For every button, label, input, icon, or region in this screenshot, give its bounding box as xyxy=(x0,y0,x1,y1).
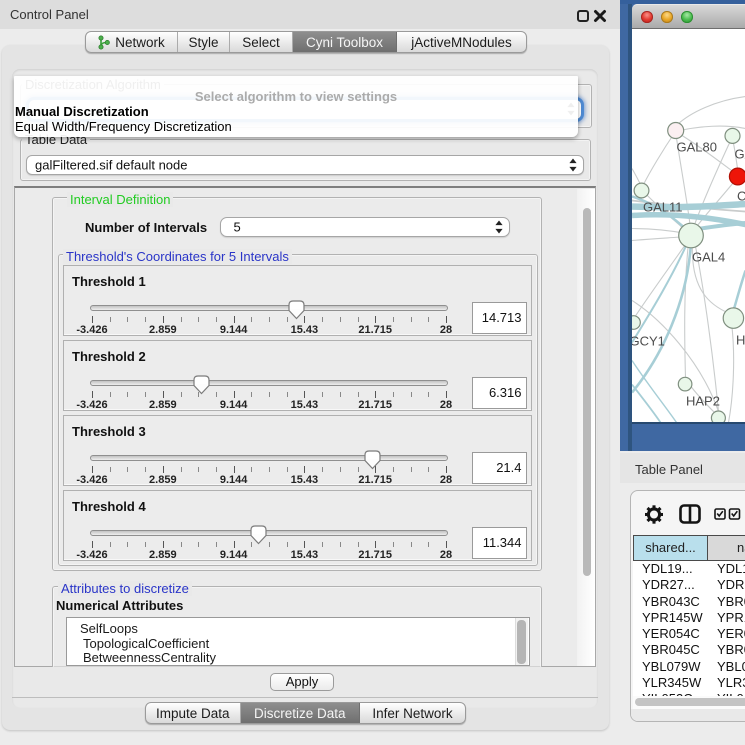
svg-text:GAL80: GAL80 xyxy=(676,139,716,154)
svg-text:GAL11: GAL11 xyxy=(643,199,683,214)
svg-text:H: H xyxy=(736,332,745,347)
svg-text:C: C xyxy=(737,188,745,203)
svg-text:GAL4: GAL4 xyxy=(692,249,725,264)
svg-text:GA: GA xyxy=(734,146,745,161)
svg-text:HAP2: HAP2 xyxy=(686,393,720,408)
svg-text:GCY1: GCY1 xyxy=(632,333,665,348)
